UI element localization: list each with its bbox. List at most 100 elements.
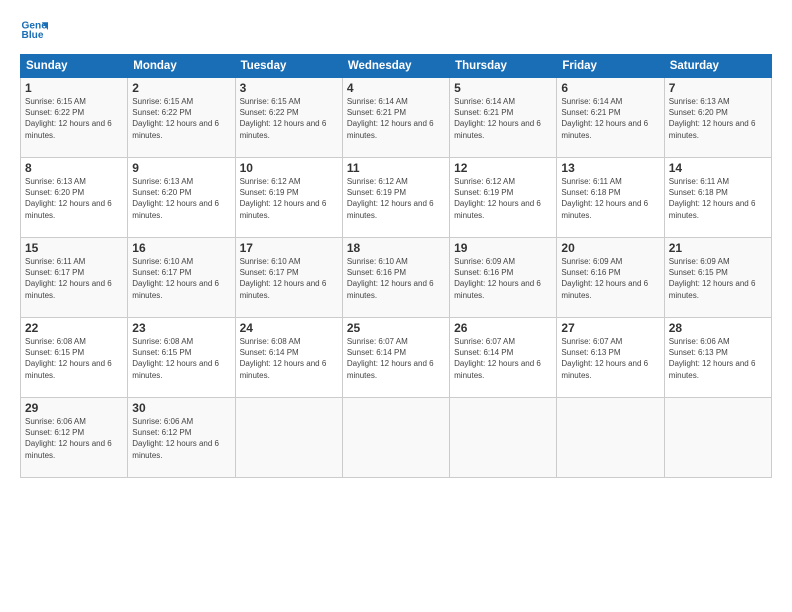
day-number: 8 [25, 161, 123, 175]
calendar-cell: 8Sunrise: 6:13 AMSunset: 6:20 PMDaylight… [21, 158, 128, 238]
calendar-cell: 19Sunrise: 6:09 AMSunset: 6:16 PMDayligh… [450, 238, 557, 318]
calendar-cell: 29Sunrise: 6:06 AMSunset: 6:12 PMDayligh… [21, 398, 128, 478]
calendar-cell: 16Sunrise: 6:10 AMSunset: 6:17 PMDayligh… [128, 238, 235, 318]
weekday-header-saturday: Saturday [664, 55, 771, 78]
weekday-header-sunday: Sunday [21, 55, 128, 78]
calendar-cell: 21Sunrise: 6:09 AMSunset: 6:15 PMDayligh… [664, 238, 771, 318]
calendar-cell: 18Sunrise: 6:10 AMSunset: 6:16 PMDayligh… [342, 238, 449, 318]
calendar-cell: 23Sunrise: 6:08 AMSunset: 6:15 PMDayligh… [128, 318, 235, 398]
weekday-header-wednesday: Wednesday [342, 55, 449, 78]
calendar-cell: 11Sunrise: 6:12 AMSunset: 6:19 PMDayligh… [342, 158, 449, 238]
logo-icon: General Blue [20, 16, 48, 44]
calendar-cell: 5Sunrise: 6:14 AMSunset: 6:21 PMDaylight… [450, 78, 557, 158]
day-info: Sunrise: 6:11 AMSunset: 6:17 PMDaylight:… [25, 256, 123, 301]
weekday-header-monday: Monday [128, 55, 235, 78]
calendar-cell: 30Sunrise: 6:06 AMSunset: 6:12 PMDayligh… [128, 398, 235, 478]
day-info: Sunrise: 6:15 AMSunset: 6:22 PMDaylight:… [240, 96, 338, 141]
day-number: 28 [669, 321, 767, 335]
calendar-cell: 4Sunrise: 6:14 AMSunset: 6:21 PMDaylight… [342, 78, 449, 158]
day-info: Sunrise: 6:12 AMSunset: 6:19 PMDaylight:… [347, 176, 445, 221]
day-number: 3 [240, 81, 338, 95]
week-row-5: 29Sunrise: 6:06 AMSunset: 6:12 PMDayligh… [21, 398, 772, 478]
header: General Blue [20, 16, 772, 44]
day-info: Sunrise: 6:10 AMSunset: 6:17 PMDaylight:… [240, 256, 338, 301]
day-info: Sunrise: 6:15 AMSunset: 6:22 PMDaylight:… [25, 96, 123, 141]
calendar-cell [450, 398, 557, 478]
day-info: Sunrise: 6:11 AMSunset: 6:18 PMDaylight:… [561, 176, 659, 221]
calendar-cell: 3Sunrise: 6:15 AMSunset: 6:22 PMDaylight… [235, 78, 342, 158]
day-number: 6 [561, 81, 659, 95]
day-number: 14 [669, 161, 767, 175]
day-number: 4 [347, 81, 445, 95]
day-info: Sunrise: 6:13 AMSunset: 6:20 PMDaylight:… [132, 176, 230, 221]
day-number: 7 [669, 81, 767, 95]
calendar-cell [557, 398, 664, 478]
day-number: 10 [240, 161, 338, 175]
logo: General Blue [20, 16, 52, 44]
weekday-header-friday: Friday [557, 55, 664, 78]
day-info: Sunrise: 6:08 AMSunset: 6:15 PMDaylight:… [25, 336, 123, 381]
day-number: 11 [347, 161, 445, 175]
day-number: 27 [561, 321, 659, 335]
weekday-header-tuesday: Tuesday [235, 55, 342, 78]
week-row-3: 15Sunrise: 6:11 AMSunset: 6:17 PMDayligh… [21, 238, 772, 318]
calendar-table: SundayMondayTuesdayWednesdayThursdayFrid… [20, 54, 772, 478]
calendar-cell: 26Sunrise: 6:07 AMSunset: 6:14 PMDayligh… [450, 318, 557, 398]
calendar-cell [235, 398, 342, 478]
day-number: 21 [669, 241, 767, 255]
day-info: Sunrise: 6:12 AMSunset: 6:19 PMDaylight:… [454, 176, 552, 221]
day-number: 20 [561, 241, 659, 255]
calendar-cell: 15Sunrise: 6:11 AMSunset: 6:17 PMDayligh… [21, 238, 128, 318]
day-info: Sunrise: 6:06 AMSunset: 6:12 PMDaylight:… [132, 416, 230, 461]
day-info: Sunrise: 6:14 AMSunset: 6:21 PMDaylight:… [561, 96, 659, 141]
calendar-cell: 9Sunrise: 6:13 AMSunset: 6:20 PMDaylight… [128, 158, 235, 238]
calendar-cell: 6Sunrise: 6:14 AMSunset: 6:21 PMDaylight… [557, 78, 664, 158]
day-info: Sunrise: 6:09 AMSunset: 6:15 PMDaylight:… [669, 256, 767, 301]
day-number: 30 [132, 401, 230, 415]
weekday-header-row: SundayMondayTuesdayWednesdayThursdayFrid… [21, 55, 772, 78]
day-info: Sunrise: 6:13 AMSunset: 6:20 PMDaylight:… [669, 96, 767, 141]
day-number: 2 [132, 81, 230, 95]
calendar-cell: 7Sunrise: 6:13 AMSunset: 6:20 PMDaylight… [664, 78, 771, 158]
svg-text:Blue: Blue [22, 30, 44, 41]
day-number: 24 [240, 321, 338, 335]
day-info: Sunrise: 6:11 AMSunset: 6:18 PMDaylight:… [669, 176, 767, 221]
week-row-4: 22Sunrise: 6:08 AMSunset: 6:15 PMDayligh… [21, 318, 772, 398]
day-number: 22 [25, 321, 123, 335]
calendar-cell: 27Sunrise: 6:07 AMSunset: 6:13 PMDayligh… [557, 318, 664, 398]
day-info: Sunrise: 6:06 AMSunset: 6:12 PMDaylight:… [25, 416, 123, 461]
calendar-cell [664, 398, 771, 478]
day-number: 1 [25, 81, 123, 95]
day-number: 19 [454, 241, 552, 255]
calendar-cell: 28Sunrise: 6:06 AMSunset: 6:13 PMDayligh… [664, 318, 771, 398]
calendar-cell: 22Sunrise: 6:08 AMSunset: 6:15 PMDayligh… [21, 318, 128, 398]
day-info: Sunrise: 6:12 AMSunset: 6:19 PMDaylight:… [240, 176, 338, 221]
calendar-cell: 24Sunrise: 6:08 AMSunset: 6:14 PMDayligh… [235, 318, 342, 398]
day-number: 13 [561, 161, 659, 175]
day-number: 9 [132, 161, 230, 175]
calendar-cell: 12Sunrise: 6:12 AMSunset: 6:19 PMDayligh… [450, 158, 557, 238]
day-info: Sunrise: 6:08 AMSunset: 6:15 PMDaylight:… [132, 336, 230, 381]
calendar-cell: 17Sunrise: 6:10 AMSunset: 6:17 PMDayligh… [235, 238, 342, 318]
day-info: Sunrise: 6:13 AMSunset: 6:20 PMDaylight:… [25, 176, 123, 221]
page: General Blue SundayMondayTuesdayWednesda… [0, 0, 792, 612]
week-row-1: 1Sunrise: 6:15 AMSunset: 6:22 PMDaylight… [21, 78, 772, 158]
day-info: Sunrise: 6:10 AMSunset: 6:16 PMDaylight:… [347, 256, 445, 301]
calendar-cell: 13Sunrise: 6:11 AMSunset: 6:18 PMDayligh… [557, 158, 664, 238]
day-number: 23 [132, 321, 230, 335]
day-info: Sunrise: 6:15 AMSunset: 6:22 PMDaylight:… [132, 96, 230, 141]
day-number: 16 [132, 241, 230, 255]
day-number: 25 [347, 321, 445, 335]
calendar-cell: 14Sunrise: 6:11 AMSunset: 6:18 PMDayligh… [664, 158, 771, 238]
calendar-cell [342, 398, 449, 478]
weekday-header-thursday: Thursday [450, 55, 557, 78]
calendar-cell: 20Sunrise: 6:09 AMSunset: 6:16 PMDayligh… [557, 238, 664, 318]
day-info: Sunrise: 6:08 AMSunset: 6:14 PMDaylight:… [240, 336, 338, 381]
day-number: 18 [347, 241, 445, 255]
day-number: 17 [240, 241, 338, 255]
calendar-cell: 1Sunrise: 6:15 AMSunset: 6:22 PMDaylight… [21, 78, 128, 158]
day-number: 15 [25, 241, 123, 255]
day-info: Sunrise: 6:07 AMSunset: 6:14 PMDaylight:… [347, 336, 445, 381]
day-number: 26 [454, 321, 552, 335]
week-row-2: 8Sunrise: 6:13 AMSunset: 6:20 PMDaylight… [21, 158, 772, 238]
